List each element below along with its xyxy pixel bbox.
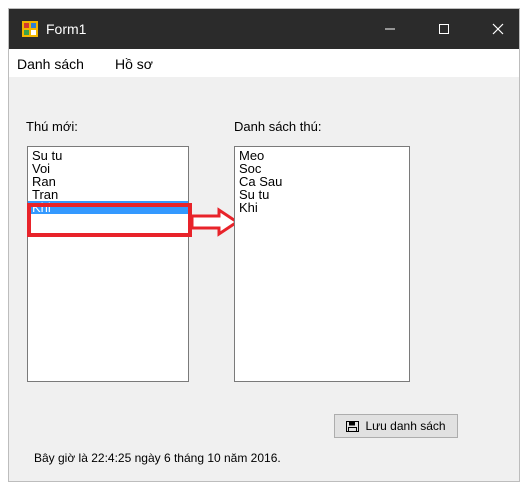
menu-danh-sach[interactable]: Danh sách [17,56,84,72]
close-button[interactable] [475,9,521,49]
list-item[interactable]: Su tu [28,149,188,162]
new-animals-label: Thú mới: [26,119,78,134]
animal-list-listbox[interactable]: Meo Soc Ca Sau Su tu Khi [234,146,410,382]
list-item[interactable]: Su tu [235,188,409,201]
app-icon [22,21,38,37]
close-icon [492,23,504,35]
menu-ho-so[interactable]: Hồ sơ [115,56,153,72]
status-text: Bây giờ là 22:4:25 ngày 6 tháng 10 năm 2… [34,451,281,465]
list-item[interactable]: Khi [235,201,409,214]
save-icon [346,420,360,432]
list-item[interactable]: Meo [235,149,409,162]
form1-window: Form1 Danh sách Hồ sơ Thú mới: Su tu Voi… [8,8,520,482]
maximize-icon [439,24,449,34]
new-animals-listbox[interactable]: Su tu Voi Ran Tran Khi [27,146,189,382]
minimize-button[interactable] [367,9,413,49]
window-title: Form1 [46,21,87,37]
animal-list-label: Danh sách thú: [234,119,322,134]
save-list-button[interactable]: Lưu danh sách [334,414,458,438]
title-bar[interactable]: Form1 [9,9,519,49]
save-button-label: Lưu danh sách [365,419,446,433]
minimize-icon [385,28,395,30]
list-item[interactable]: Tran [28,188,188,201]
menu-bar: Danh sách Hồ sơ [9,49,519,77]
maximize-button[interactable] [421,9,467,49]
annotation-highlight-box [27,203,192,237]
